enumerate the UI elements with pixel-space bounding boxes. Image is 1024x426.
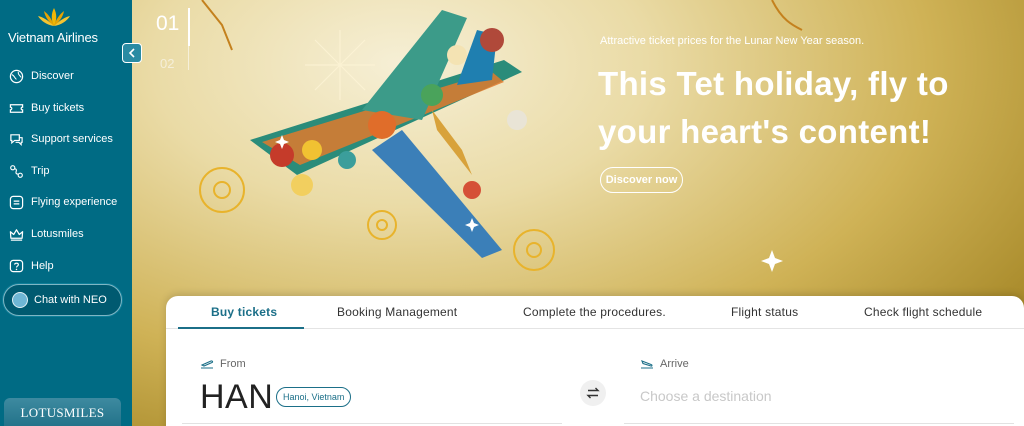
slide-indicator-track xyxy=(188,46,189,70)
slide-indicator-current[interactable]: 01 xyxy=(156,12,179,36)
tab-booking-management[interactable]: Booking Management xyxy=(337,305,457,319)
booking-tabs: Buy tickets Booking Management Complete … xyxy=(166,296,1024,329)
from-label-text: From xyxy=(220,358,246,370)
swap-arrows-icon xyxy=(586,387,600,399)
ticket-icon xyxy=(8,100,24,116)
sidebar-item-label: Help xyxy=(31,260,54,272)
lotusmiles-card[interactable]: LOTUSMILES xyxy=(4,398,121,426)
sidebar-item-lotusmiles[interactable]: Lotusmiles xyxy=(8,222,130,246)
sidebar-item-label: Trip xyxy=(31,165,50,177)
lotusmiles-card-label: LOTUSMILES xyxy=(20,405,105,420)
chevron-left-icon xyxy=(128,48,135,58)
sidebar-item-buy-tickets[interactable]: Buy tickets xyxy=(8,96,130,120)
from-city-badge: Hanoi, Vietnam xyxy=(276,387,352,407)
sidebar: Vietnam Airlines Discover Buy tickets Su… xyxy=(0,0,142,426)
crown-icon xyxy=(8,226,24,242)
sidebar-item-flying-experience[interactable]: Flying experience xyxy=(8,190,130,214)
sidebar-item-label: Buy tickets xyxy=(31,102,85,114)
sidebar-item-support-services[interactable]: Support services xyxy=(8,127,130,151)
discover-now-button[interactable]: Discover now xyxy=(600,167,683,193)
tab-check-flight-schedule[interactable]: Check flight schedule xyxy=(864,305,982,319)
destination-input[interactable] xyxy=(640,388,1000,404)
route-icon xyxy=(8,163,24,179)
hero-title: This Tet holiday, fly to your heart's co… xyxy=(598,65,949,150)
slide-indicator-next[interactable]: 02 xyxy=(160,56,174,71)
chat-bubbles-icon xyxy=(8,131,24,147)
tab-flight-status[interactable]: Flight status xyxy=(731,305,798,319)
arrive-field-underline xyxy=(624,423,1014,424)
landing-icon xyxy=(641,360,653,369)
chat-label: Chat with NEO xyxy=(34,294,107,306)
sidebar-item-label: Support services xyxy=(31,133,113,145)
sidebar-item-label: Lotusmiles xyxy=(31,228,84,240)
from-field-underline xyxy=(182,423,562,424)
list-icon xyxy=(8,194,24,210)
takeoff-icon xyxy=(200,360,214,369)
booking-panel: Buy tickets Booking Management Complete … xyxy=(166,296,1024,426)
chat-with-neo-button[interactable]: Chat with NEO xyxy=(3,284,122,316)
vietnam-airlines-logo[interactable]: Vietnam Airlines xyxy=(8,6,124,46)
question-icon xyxy=(8,258,24,274)
neo-avatar-icon xyxy=(12,292,28,308)
from-label: From xyxy=(200,358,246,370)
swap-route-button[interactable] xyxy=(580,380,606,406)
tab-buy-tickets[interactable]: Buy tickets xyxy=(211,305,277,319)
sidebar-item-label: Flying experience xyxy=(31,196,118,208)
arrive-label: Arrive xyxy=(640,358,689,370)
slide-indicator-bar xyxy=(188,8,190,46)
sidebar-item-discover[interactable]: Discover xyxy=(8,64,130,88)
globe-icon xyxy=(8,68,24,84)
sidebar-item-help[interactable]: Help xyxy=(8,254,130,278)
hero-subtitle: Attractive ticket prices for the Lunar N… xyxy=(600,35,865,47)
collapse-sidebar-button[interactable] xyxy=(122,43,142,63)
brand-name: Vietnam Airlines xyxy=(8,30,98,45)
sidebar-item-label: Discover xyxy=(31,70,74,82)
lotus-logo-icon xyxy=(38,8,70,26)
active-tab-indicator xyxy=(178,327,304,329)
from-airport-code[interactable]: HAN xyxy=(200,378,273,417)
arrive-label-text: Arrive xyxy=(660,358,689,370)
tab-complete-procedures[interactable]: Complete the procedures. xyxy=(523,305,666,319)
sidebar-item-trip[interactable]: Trip xyxy=(8,159,130,183)
